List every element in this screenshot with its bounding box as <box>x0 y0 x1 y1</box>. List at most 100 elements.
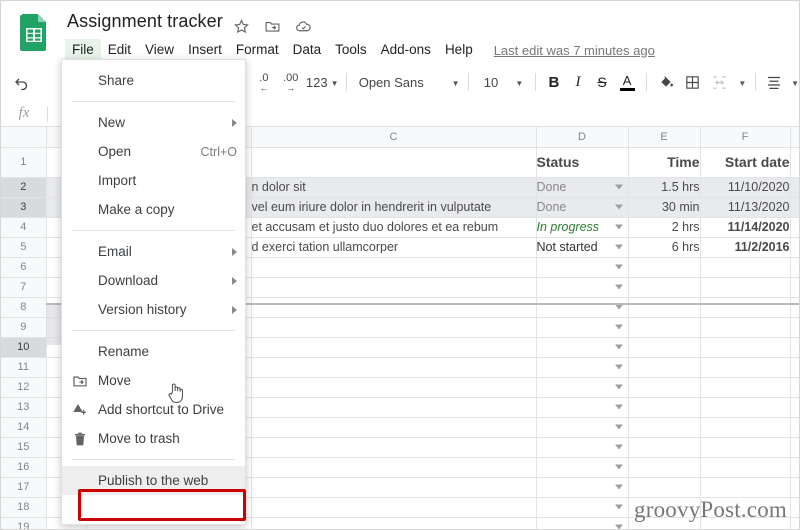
dropdown-arrow-icon[interactable] <box>614 504 623 510</box>
cell-empty[interactable] <box>628 377 701 398</box>
cell-d3[interactable]: Done <box>536 197 629 218</box>
cell-empty-status[interactable] <box>536 417 629 438</box>
cell-empty[interactable] <box>790 357 799 378</box>
dropdown-arrow-icon[interactable] <box>614 224 623 230</box>
cloud-saved-icon[interactable] <box>295 18 312 35</box>
cell-empty-status[interactable] <box>536 477 629 498</box>
undo-icon[interactable] <box>1 69 44 95</box>
cell-empty[interactable] <box>700 397 791 418</box>
text-color-button[interactable]: A <box>614 69 640 95</box>
cell-f3[interactable]: 11/13/2020 <box>700 197 791 218</box>
bold-button[interactable]: B <box>542 69 566 95</box>
number-format-dropdown[interactable]: 123 ▼ <box>305 69 340 95</box>
row-number[interactable]: 12 <box>1 377 47 398</box>
cell-empty[interactable] <box>628 397 701 418</box>
cell-e4[interactable]: 2 hrs <box>628 217 701 238</box>
dropdown-arrow-icon[interactable] <box>614 324 623 330</box>
dropdown-arrow-icon[interactable] <box>614 264 623 270</box>
cell-empty[interactable] <box>790 517 799 529</box>
cell-empty[interactable] <box>700 297 791 318</box>
row-number[interactable]: 15 <box>1 437 47 458</box>
dropdown-arrow-icon[interactable] <box>614 524 623 529</box>
cell-empty[interactable] <box>628 457 701 478</box>
cell-empty-status[interactable] <box>536 457 629 478</box>
cell-empty[interactable] <box>700 317 791 338</box>
cell-empty[interactable] <box>251 477 537 498</box>
row-number[interactable]: 9 <box>1 317 47 338</box>
cell-empty[interactable] <box>251 297 537 318</box>
merge-cells-caret[interactable]: ▼ <box>733 69 750 95</box>
cell-empty[interactable] <box>790 397 799 418</box>
dropdown-arrow-icon[interactable] <box>614 444 623 450</box>
move-to-folder-icon[interactable] <box>264 18 281 35</box>
row-number[interactable]: 6 <box>1 257 47 278</box>
menu-item-new[interactable]: New <box>62 108 245 137</box>
cell-empty[interactable] <box>700 457 791 478</box>
menu-item-make-a-copy[interactable]: Make a copy <box>62 195 245 224</box>
cell-empty[interactable] <box>251 397 537 418</box>
dropdown-arrow-icon[interactable] <box>614 464 623 470</box>
column-header-d[interactable]: D <box>536 127 629 148</box>
cell-f1[interactable]: Start date <box>700 147 791 178</box>
dropdown-arrow-icon[interactable] <box>614 284 623 290</box>
font-family-caret[interactable]: ▼ <box>446 69 463 95</box>
cell-empty[interactable] <box>251 317 537 338</box>
dropdown-arrow-icon[interactable] <box>614 304 623 310</box>
row-number[interactable]: 7 <box>1 277 47 298</box>
cell-e5[interactable]: 6 hrs <box>628 237 701 258</box>
cell-g1[interactable] <box>790 147 799 178</box>
dropdown-arrow-icon[interactable] <box>614 344 623 350</box>
row-number[interactable]: 18 <box>1 497 47 518</box>
menu-file[interactable]: File <box>65 39 101 61</box>
menu-item-add-shortcut-to-drive[interactable]: Add shortcut to Drive <box>62 395 245 424</box>
cell-empty-status[interactable] <box>536 277 629 298</box>
dropdown-arrow-icon[interactable] <box>614 204 623 210</box>
menu-edit[interactable]: Edit <box>101 39 138 61</box>
cell-d2[interactable]: Done <box>536 177 629 198</box>
cell-empty[interactable] <box>790 477 799 498</box>
italic-button[interactable]: I <box>566 69 590 95</box>
cell-g3[interactable] <box>790 197 799 218</box>
cell-e2[interactable]: 1.5 hrs <box>628 177 701 198</box>
cell-f4[interactable]: 11/14/2020 <box>700 217 791 238</box>
row-number[interactable]: 19 <box>1 517 47 529</box>
cell-empty[interactable] <box>700 257 791 278</box>
cell-empty-status[interactable] <box>536 337 629 358</box>
cell-c3[interactable]: vel eum iriure dolor in hendrerit in vul… <box>251 197 537 218</box>
column-header-e[interactable]: E <box>628 127 701 148</box>
menu-insert[interactable]: Insert <box>181 39 229 61</box>
align-caret[interactable]: ▼ <box>786 69 799 95</box>
column-header-c[interactable]: C <box>251 127 537 148</box>
menu-item-download[interactable]: Download <box>62 266 245 295</box>
cell-empty[interactable] <box>251 337 537 358</box>
dropdown-arrow-icon[interactable] <box>614 184 623 190</box>
cell-d5[interactable]: Not started <box>536 237 629 258</box>
cell-empty[interactable] <box>628 317 701 338</box>
dropdown-arrow-icon[interactable] <box>614 384 623 390</box>
menu-item-share[interactable]: Share <box>62 66 245 95</box>
strikethrough-button[interactable]: S <box>590 69 614 95</box>
cell-d4[interactable]: In progress <box>536 217 629 238</box>
menu-item-move[interactable]: Move <box>62 366 245 395</box>
cell-g5[interactable] <box>790 237 799 258</box>
cell-empty[interactable] <box>700 357 791 378</box>
font-size-caret[interactable]: ▼ <box>507 69 529 95</box>
cell-empty[interactable] <box>790 497 799 518</box>
row-number[interactable]: 16 <box>1 457 47 478</box>
cell-empty[interactable] <box>251 437 537 458</box>
menu-item-rename[interactable]: Rename <box>62 337 245 366</box>
menu-view[interactable]: View <box>138 39 181 61</box>
cell-c5[interactable]: d exerci tation ullamcorper <box>251 237 537 258</box>
cell-empty[interactable] <box>251 457 537 478</box>
menu-item-move-to-trash[interactable]: Move to trash <box>62 424 245 453</box>
cell-empty[interactable] <box>790 337 799 358</box>
cell-empty[interactable] <box>700 337 791 358</box>
cell-c1[interactable] <box>251 147 537 178</box>
cell-empty-status[interactable] <box>536 517 629 529</box>
row-number[interactable]: 11 <box>1 357 47 378</box>
cell-empty[interactable] <box>251 257 537 278</box>
menu-item-email[interactable]: Email <box>62 237 245 266</box>
cell-empty-status[interactable] <box>536 317 629 338</box>
cell-empty[interactable] <box>790 417 799 438</box>
cell-empty[interactable] <box>790 257 799 278</box>
